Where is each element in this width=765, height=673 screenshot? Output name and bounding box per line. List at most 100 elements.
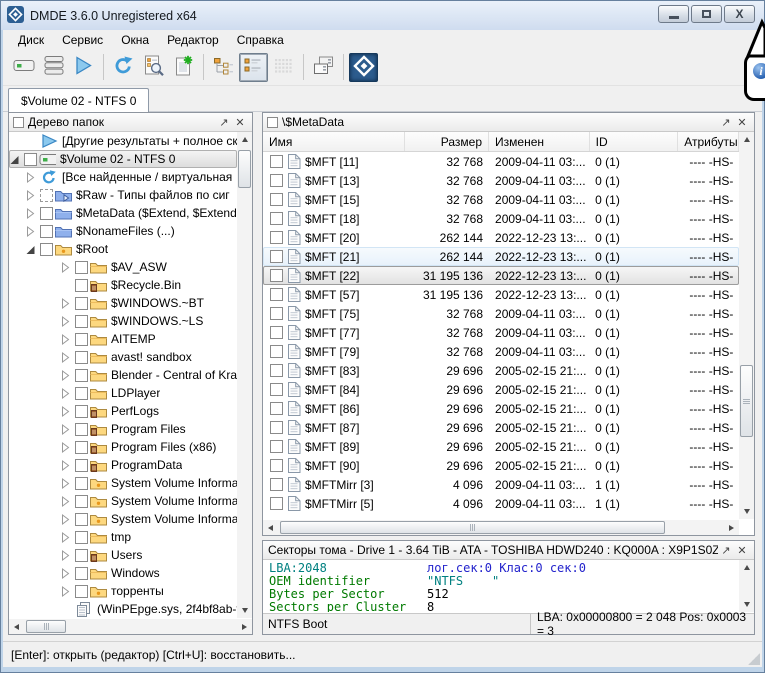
table-row[interactable]: $MFT [22]31 195 1362022-12-23 13:...0 (1…: [263, 266, 739, 285]
row-checkbox[interactable]: [270, 440, 283, 453]
tree-collapsed-icon[interactable]: [61, 514, 74, 525]
tree-item-checkbox[interactable]: [40, 207, 53, 220]
table-row[interactable]: $MFT [86]29 6962005-02-15 21:...0 (1)---…: [263, 399, 739, 418]
table-row[interactable]: $MFT [75]32 7682009-04-11 03:...0 (1)---…: [263, 304, 739, 323]
dmde-logo-button[interactable]: [349, 53, 378, 82]
tree-vscrollbar[interactable]: [237, 132, 252, 618]
tree-item[interactable]: ProgramData: [9, 456, 237, 474]
tree-item[interactable]: $WINDOWS.~LS: [9, 312, 237, 330]
tree-item-checkbox[interactable]: [75, 441, 88, 454]
row-checkbox[interactable]: [270, 478, 283, 491]
windows-panels-button[interactable]: [309, 53, 338, 82]
tree-collapsed-icon[interactable]: [61, 334, 74, 345]
table-row[interactable]: $MFT [87]29 6962005-02-15 21:...0 (1)---…: [263, 418, 739, 437]
refresh-button[interactable]: [109, 53, 138, 82]
table-row[interactable]: $MFT [18]32 7682009-04-11 03:...0 (1)---…: [263, 209, 739, 228]
tree-item-checkbox[interactable]: [75, 531, 88, 544]
table-row[interactable]: $MFT [79]32 7682009-04-11 03:...0 (1)---…: [263, 342, 739, 361]
tree-vscroll-thumb[interactable]: [238, 150, 251, 188]
tree-item[interactable]: Program Files (x86): [9, 438, 237, 456]
open-volume-button[interactable]: [69, 53, 98, 82]
table-row[interactable]: $MFTMirr [3]4 0962009-04-11 03:...1 (1)-…: [263, 475, 739, 494]
panel-close-icon[interactable]: ✕: [232, 115, 248, 130]
tree-collapsed-icon[interactable]: [61, 370, 74, 381]
row-checkbox[interactable]: [270, 174, 283, 187]
file-panel-checkbox[interactable]: [267, 117, 278, 128]
tree-item-checkbox[interactable]: [75, 369, 88, 382]
table-vscroll-thumb[interactable]: [740, 365, 753, 437]
tree-collapsed-icon[interactable]: [61, 478, 74, 489]
scroll-down-icon[interactable]: [739, 504, 754, 519]
tree-item[interactable]: Windows: [9, 564, 237, 582]
tree-item-checkbox[interactable]: [24, 153, 37, 166]
row-checkbox[interactable]: [270, 307, 283, 320]
tree-item[interactable]: Blender - Central of Krasn: [9, 366, 237, 384]
select-device-button[interactable]: [9, 53, 38, 82]
tree-item[interactable]: $Volume 02 - NTFS 0: [9, 150, 237, 168]
tree-collapsed-icon[interactable]: [61, 586, 74, 597]
scroll-up-icon[interactable]: [237, 132, 252, 147]
column-header-4[interactable]: ID: [590, 132, 679, 151]
tree-item-checkbox[interactable]: [75, 567, 88, 580]
tree-expanded-icon[interactable]: [10, 154, 23, 165]
tree-collapsed-icon[interactable]: [61, 388, 74, 399]
tree-collapsed-icon[interactable]: [61, 460, 74, 471]
tree-panel-checkbox[interactable]: [13, 117, 24, 128]
tree-item-checkbox[interactable]: [75, 315, 88, 328]
tree-item[interactable]: tmp: [9, 528, 237, 546]
scroll-down-icon[interactable]: [237, 603, 252, 618]
table-row[interactable]: $MFT [84]29 6962005-02-15 21:...0 (1)---…: [263, 380, 739, 399]
row-checkbox[interactable]: [270, 402, 283, 415]
table-row[interactable]: $MFT [11]32 7682009-04-11 03:...0 (1)---…: [263, 152, 739, 171]
row-checkbox[interactable]: [270, 288, 283, 301]
tree-item[interactable]: avast! sandbox: [9, 348, 237, 366]
tree-collapsed-icon[interactable]: [26, 226, 39, 237]
table-row[interactable]: $MFT [21]262 1442022-12-23 13:...0 (1)--…: [263, 247, 739, 266]
row-checkbox[interactable]: [270, 155, 283, 168]
scroll-left-icon[interactable]: [9, 619, 24, 634]
tree-item-checkbox[interactable]: [75, 387, 88, 400]
column-header-5[interactable]: Атрибуты: [678, 132, 739, 151]
menu-item-1[interactable]: Диск: [9, 31, 53, 49]
tree-item[interactable]: $Recycle.Bin: [9, 276, 237, 294]
panel-close-icon[interactable]: ✕: [734, 543, 750, 558]
table-vscrollbar[interactable]: [739, 132, 754, 519]
menu-item-3[interactable]: Окна: [112, 31, 158, 49]
tree-item-checkbox[interactable]: [75, 261, 88, 274]
tree-view-button[interactable]: [209, 53, 238, 82]
panel-maximize-icon[interactable]: ↗: [718, 543, 734, 558]
menu-item-5[interactable]: Справка: [228, 31, 293, 49]
scroll-right-icon[interactable]: [237, 619, 252, 634]
column-header-2[interactable]: Размер: [405, 132, 489, 151]
tree-collapsed-icon[interactable]: [61, 550, 74, 561]
tree-collapsed-icon[interactable]: [61, 352, 74, 363]
minimize-button[interactable]: [658, 5, 689, 23]
tree-item-checkbox[interactable]: [75, 279, 88, 292]
partitions-button[interactable]: [39, 53, 68, 82]
tree-collapsed-icon[interactable]: [61, 496, 74, 507]
tree-item[interactable]: System Volume Informat: [9, 474, 237, 492]
tree-item-checkbox[interactable]: [75, 405, 88, 418]
sector-vscrollbar[interactable]: [739, 560, 754, 612]
tree-collapsed-icon[interactable]: [61, 532, 74, 543]
tree-item[interactable]: System Volume Informat: [9, 492, 237, 510]
tree-collapsed-icon[interactable]: [26, 172, 39, 183]
tree-item-checkbox[interactable]: [40, 225, 53, 238]
tree-item[interactable]: $AV_ASW: [9, 258, 237, 276]
tree-item-checkbox[interactable]: [75, 333, 88, 346]
tree-item[interactable]: $Root: [9, 240, 237, 258]
scroll-up-icon[interactable]: [739, 132, 754, 147]
column-header-3[interactable]: Изменен: [489, 132, 590, 151]
tree-collapsed-icon[interactable]: [26, 190, 39, 201]
table-row[interactable]: $MFT [57]31 195 1362022-12-23 13:...0 (1…: [263, 285, 739, 304]
tree-item-checkbox[interactable]: [75, 297, 88, 310]
tree-collapsed-icon[interactable]: [61, 406, 74, 417]
row-checkbox[interactable]: [270, 364, 283, 377]
row-checkbox[interactable]: [270, 326, 283, 339]
tree-item[interactable]: AITEMP: [9, 330, 237, 348]
tab-volume[interactable]: $Volume 02 - NTFS 0: [8, 88, 149, 112]
tree-item[interactable]: (WinPEpge.sys, 2f4bf8ab-f93: [9, 600, 237, 618]
tree-item-checkbox[interactable]: [40, 189, 53, 202]
row-checkbox[interactable]: [270, 212, 283, 225]
tree-expanded-icon[interactable]: [26, 244, 39, 255]
